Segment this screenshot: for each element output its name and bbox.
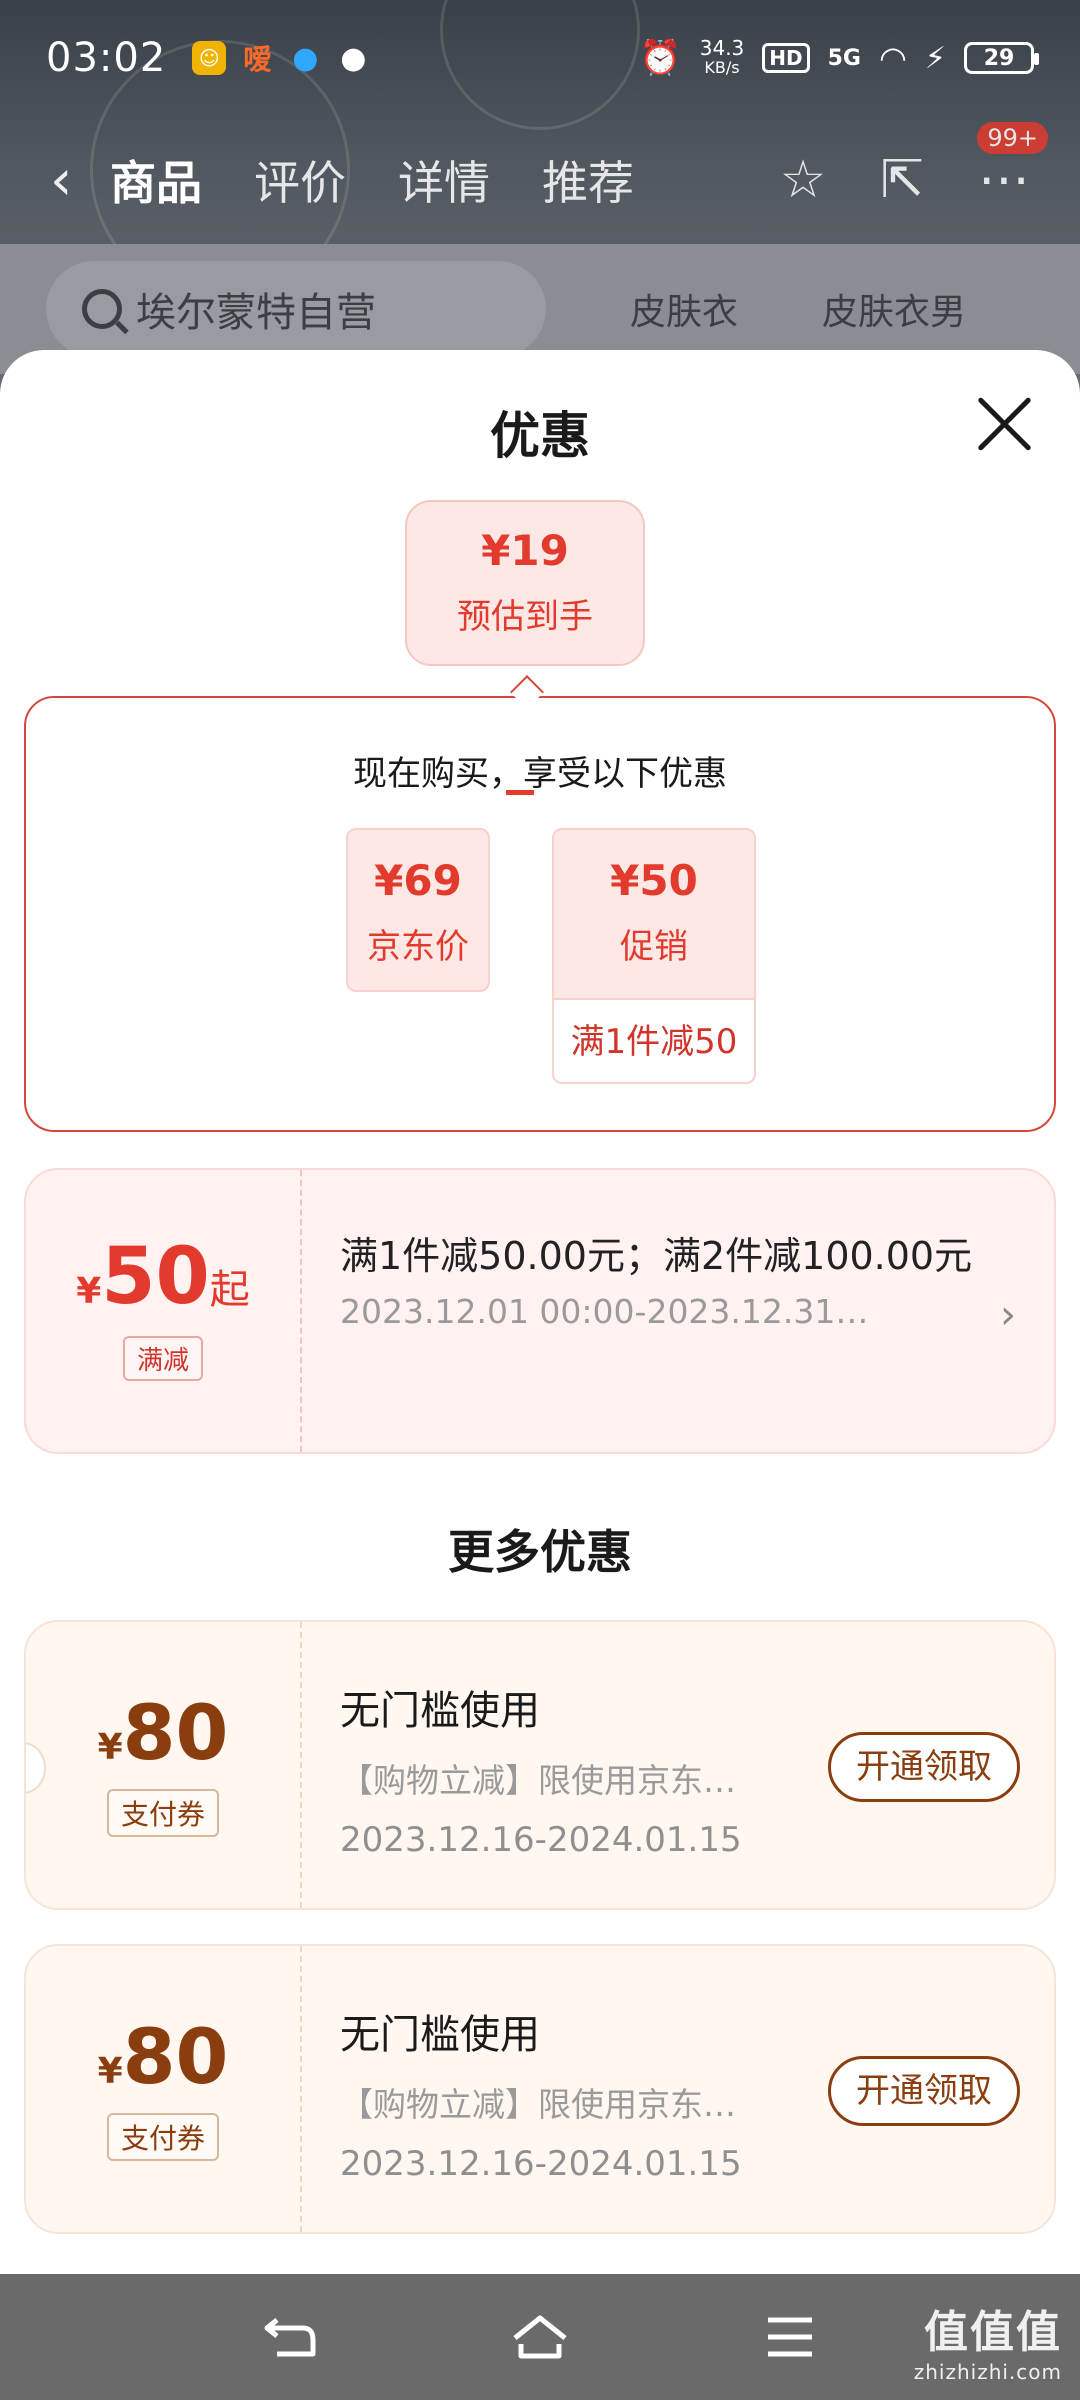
tab-details[interactable]: 详情 [398,147,490,213]
search-input[interactable]: 埃尔蒙特自营 [46,261,546,357]
jd-price-label: 京东价 [367,927,469,967]
promo-value: ¥50 [610,856,698,905]
more-discounts-title: 更多优惠 [448,1525,632,1579]
screen: 03:02 ☺ 嗳 ● ● ⏰ 34.3 KB/s HD 5G ◠ ⚡ 29 ‹… [0,0,1080,2400]
estimated-price-box: ¥19 预估到手 [405,500,645,666]
status-right: ⏰ 34.3 KB/s HD 5G ◠ ⚡ 29 [639,38,1039,78]
nav-actions: ☆ ⇱ ⋯ 99+ [780,122,1048,210]
watermark-url: zhizhizhi.com [913,2360,1062,2384]
status-time: 03:02 [46,35,167,81]
discount-sheet: 优惠 ¥19 预估到手 现在购买，享受以下优惠 ¥69 京东价 ¥50 促销 满… [0,350,1080,2270]
app-hint-icon: 嗳 [243,43,272,76]
close-icon[interactable] [974,394,1034,454]
coupon-desc: 【购物立减】限使用京东… [340,2085,736,2124]
coupon-title: 无门槛使用 [340,2012,540,2058]
coupon-yen: ¥ [97,1727,123,1768]
battery-icon: 29 [964,42,1039,74]
coupon-yen: ¥ [97,2051,123,2092]
coupon-amount: ¥80 [26,1688,300,1777]
net-speed: 34.3 KB/s [700,38,745,78]
net-speed-value: 34.3 [699,36,745,60]
coupon-time: 2023.12.16-2024.01.15 [340,2144,742,2184]
coupon-tag: 支付券 [106,1789,219,1837]
watermark-logo: 值值值 [924,2307,1062,2358]
coupon-tag: 支付券 [106,2113,219,2161]
qq-icon: ● [292,40,319,76]
promotion-tag: 满减 [122,1336,203,1381]
jd-price-value: ¥69 [374,856,462,905]
tab-recommend[interactable]: 推荐 [542,147,634,213]
sheet-title: 优惠 [490,407,590,465]
promotion-card[interactable]: ¥50起 满减 满1件减50.00元；满2件减100.00元 2023.12.0… [24,1168,1056,1454]
search-placeholder: 埃尔蒙特自营 [136,290,376,336]
promotion-value: 50 [101,1232,210,1322]
chevron-right-icon: › [1000,1292,1016,1338]
claim-coupon-button[interactable]: 开通领取 [828,2056,1020,2126]
promotion-desc: 满1件减50.00元；满2件减100.00元 [340,1234,973,1278]
message-icon: ● [340,40,367,76]
hot-word-2[interactable]: 皮肤衣男 [822,283,966,335]
hd-icon: HD [762,43,810,73]
claim-coupon-button[interactable]: 开通领取 [828,1732,1020,1802]
minus-sign [506,790,534,795]
search-icon [82,289,122,329]
back-icon[interactable]: ‹ [50,148,110,213]
coupon-desc: 【购物立减】限使用京东… [340,1761,736,1800]
coupon-value: 80 [122,2012,229,2101]
share-icon[interactable]: ⇱ [880,150,924,210]
nav-home-icon[interactable] [505,2302,575,2372]
promo-item: ¥50 促销 [552,828,756,1000]
net-speed-unit: KB/s [704,58,740,77]
charging-icon: ⚡ [924,40,946,76]
promotion-suffix: 起 [209,1267,250,1313]
nav-back-icon[interactable] [255,2302,325,2372]
app-notification-icon: ☺ [192,41,227,75]
wifi-icon: ◠ [879,39,907,77]
coupon-info: 无门槛使用 【购物立减】限使用京东… 2023.12.16-2024.01.15 [340,2002,780,2184]
coupon-title: 无门槛使用 [340,1688,540,1734]
status-bar: 03:02 ☺ 嗳 ● ● ⏰ 34.3 KB/s HD 5G ◠ ⚡ 29 [0,0,1080,116]
message-badge: 99+ [977,122,1048,154]
more-icon[interactable]: ⋯ [978,150,1030,210]
coupon-info: 无门槛使用 【购物立减】限使用京东… 2023.12.16-2024.01.15 [340,1678,780,1860]
estimated-price: ¥19 [481,526,569,575]
promo-rule: 满1件减50 [552,1000,756,1084]
price-breakdown-box: 现在购买，享受以下优惠 ¥69 京东价 ¥50 促销 满1件减50 [24,696,1056,1132]
estimated-label: 预估到手 [457,597,593,637]
promotion-info: 满1件减50.00元；满2件减100.00元 2023.12.01 00:00-… [340,1232,980,1331]
hot-word-1[interactable]: 皮肤衣 [630,283,738,335]
promo-label: 促销 [620,927,688,967]
tab-reviews[interactable]: 评价 [254,147,346,213]
coupon-time: 2023.12.16-2024.01.15 [340,1820,742,1860]
coupon-amount-block: ¥80 支付券 [26,1622,302,1908]
network-icon: 5G [827,45,861,71]
promotion-amount-block: ¥50起 满减 [26,1170,302,1452]
coupon-value: 80 [122,1688,229,1777]
coupon-amount: ¥80 [26,2012,300,2101]
promotion-amount: ¥50起 [26,1232,300,1322]
tab-product[interactable]: 商品 [110,147,202,213]
alarm-icon: ⏰ [639,38,682,78]
product-nav-bar: ‹ 商品 评价 详情 推荐 ☆ ⇱ ⋯ 99+ [0,116,1080,244]
breakdown-title: 现在购买，享受以下优惠 [353,754,727,794]
status-app-icons: ☺ 嗳 ● ● [192,40,370,76]
star-icon[interactable]: ☆ [780,150,827,210]
coupon-card: ¥80 支付券 无门槛使用 【购物立减】限使用京东… 2023.12.16-20… [24,1944,1056,2234]
watermark: 值值值 zhizhizhi.com [914,2296,1062,2384]
promotion-yen: ¥ [76,1271,102,1312]
coupon-amount-block: ¥80 支付券 [26,1946,302,2232]
promotion-time: 2023.12.01 00:00-2023.12.31… [340,1292,869,1331]
jd-price-item: ¥69 京东价 [346,828,490,992]
coupon-card: ¥80 支付券 无门槛使用 【购物立减】限使用京东… 2023.12.16-20… [24,1620,1056,1910]
nav-menu-icon[interactable] [755,2302,825,2372]
